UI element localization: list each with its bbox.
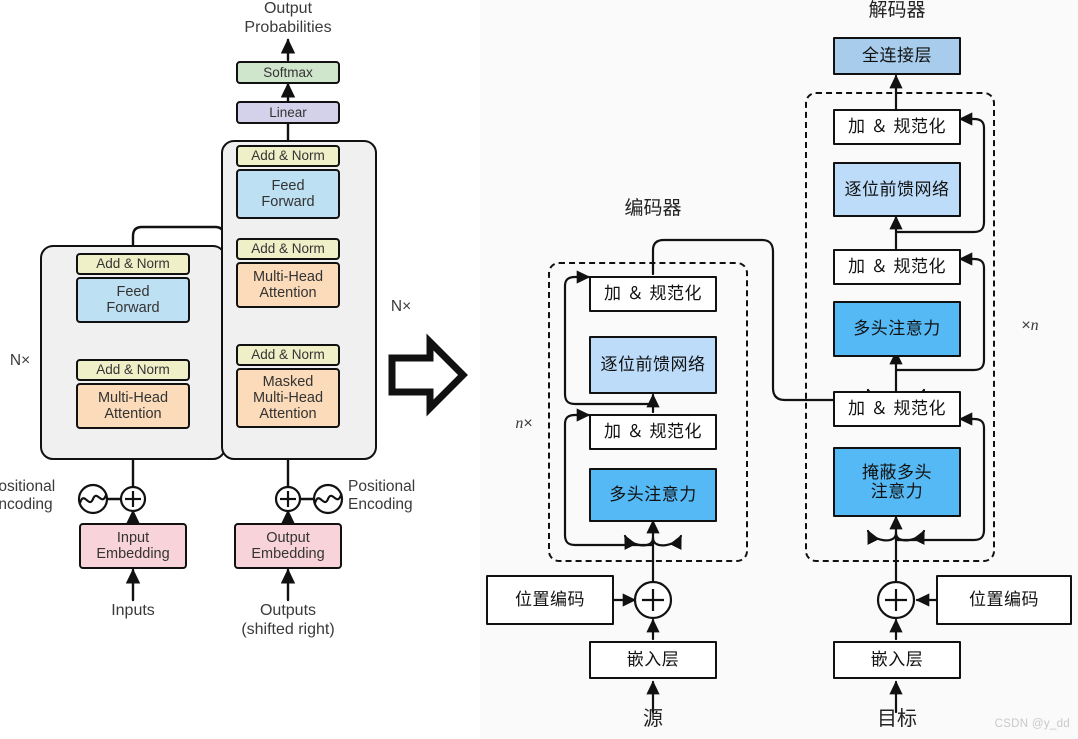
cn-block-dec-masked-mha[interactable]: 掩蔽多头 注意力	[833, 447, 961, 517]
block-dec-add-norm-1[interactable]: Add & Norm	[236, 344, 340, 366]
block-enc-multi-head-attention[interactable]: Multi-Head Attention	[76, 383, 190, 429]
cn-block-dec-add-norm-1[interactable]: 加 ＆ 规范化	[833, 391, 961, 427]
pos-enc-sine-icon-right	[312, 483, 344, 515]
cn-block-dec-positional-encoding[interactable]: 位置编码	[936, 575, 1072, 625]
block-dec-add-norm-2[interactable]: Add & Norm	[236, 238, 340, 260]
cn-block-enc-positional-encoding[interactable]: 位置编码	[486, 575, 614, 625]
cn-block-enc-add-norm-2[interactable]: 加 ＆ 规范化	[589, 276, 717, 312]
cn-block-dec-embedding[interactable]: 嵌入层	[833, 641, 961, 679]
label-positional-encoding-right: Positional Encoding	[348, 478, 416, 514]
decoder-repeat-n: n	[1030, 316, 1039, 334]
cn-block-enc-mha[interactable]: 多头注意力	[589, 468, 717, 522]
cn-block-dec-ffn[interactable]: 逐位前馈网络	[833, 162, 961, 217]
plus-circle-icon-decoder	[876, 580, 916, 620]
block-dec-add-norm-3[interactable]: Add & Norm	[236, 145, 340, 167]
label-source: 源	[643, 708, 663, 730]
cn-block-dec-dense[interactable]: 全连接层	[833, 37, 961, 75]
csdn-watermark: CSDN @y_dd	[994, 718, 1070, 730]
block-softmax[interactable]: Softmax	[236, 61, 340, 84]
block-enc-add-norm-1[interactable]: Add & Norm	[76, 359, 190, 381]
label-positional-encoding-left: Positional Encoding	[0, 478, 56, 514]
plus-circle-icon-encoder	[633, 580, 673, 620]
right-arrow-icon	[388, 333, 468, 417]
encoder-repeat-times: ×	[523, 414, 533, 432]
cn-block-dec-mha[interactable]: 多头注意力	[833, 301, 961, 357]
decoder-repeat-times: ×	[1021, 316, 1031, 334]
block-dec-masked-multi-head-attention[interactable]: Masked Multi-Head Attention	[236, 368, 340, 428]
label-target: 目标	[877, 708, 917, 730]
cn-block-dec-add-norm-3[interactable]: 加 ＆ 规范化	[833, 109, 961, 145]
label-outputs-shifted-right: Outputs (shifted right)	[241, 602, 335, 638]
label-decoder-repeat-count: ×n	[1002, 298, 1058, 336]
label-encoder-repeat-count: n×	[496, 396, 552, 434]
block-output-embedding[interactable]: Output Embedding	[234, 523, 342, 569]
block-input-embedding[interactable]: Input Embedding	[79, 523, 187, 569]
cn-block-enc-embedding[interactable]: 嵌入层	[589, 641, 717, 679]
block-dec-feed-forward[interactable]: Feed Forward	[236, 169, 340, 219]
block-dec-multi-head-attention[interactable]: Multi-Head Attention	[236, 262, 340, 308]
chinese-transformer-panel: 加 ＆ 规范化 逐位前馈网络 加 ＆ 规范化 多头注意力 位置编码 嵌入层 全连…	[480, 0, 1078, 739]
plus-circle-icon-right	[274, 485, 302, 513]
block-linear[interactable]: Linear	[236, 101, 340, 124]
heading-decoder: 解码器	[868, 0, 926, 21]
cn-block-dec-add-norm-2[interactable]: 加 ＆ 规范化	[833, 249, 961, 285]
english-transformer-panel: Add & Norm Feed Forward Add & Norm Multi…	[0, 0, 480, 739]
figure-canvas: Add & Norm Feed Forward Add & Norm Multi…	[0, 0, 1078, 739]
label-output-probabilities: Output Probabilities	[244, 0, 332, 36]
label-inputs: Inputs	[111, 602, 155, 619]
block-enc-feed-forward[interactable]: Feed Forward	[76, 277, 190, 323]
label-decoder-repeat: N×	[390, 298, 412, 315]
plus-circle-icon-left	[119, 485, 147, 513]
label-encoder-repeat: N×	[9, 352, 31, 369]
cn-block-enc-add-norm-1[interactable]: 加 ＆ 规范化	[589, 414, 717, 450]
heading-encoder: 编码器	[624, 198, 682, 219]
cn-block-enc-ffn[interactable]: 逐位前馈网络	[589, 336, 717, 394]
block-enc-add-norm-2[interactable]: Add & Norm	[76, 253, 190, 275]
